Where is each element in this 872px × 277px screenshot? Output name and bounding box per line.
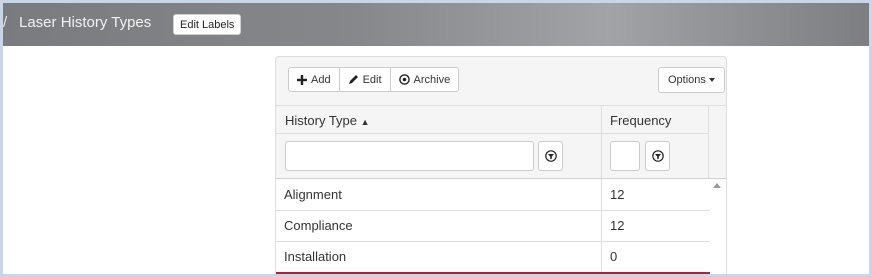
add-button[interactable]: Add [288,67,340,92]
history-type-cell: Compliance [284,218,353,233]
frequency-cell: 0 [610,249,618,264]
grid-panel: Add Edit Archive Options History Type ▲ … [275,56,727,274]
frequency-cell: 12 [610,187,625,202]
options-dropdown[interactable]: Options [658,67,725,93]
archive-button[interactable]: Archive [389,67,460,92]
column-divider [601,106,602,180]
edit-button-label: Edit [362,73,382,86]
history-type-filter-input[interactable] [285,141,534,171]
sort-ascending-icon: ▲ [360,117,370,127]
caret-down-icon [708,78,715,82]
toolbar: Add Edit Archive [288,67,460,92]
selected-table-row[interactable] [276,272,710,274]
filter-icon [651,150,664,162]
pencil-icon [348,75,358,84]
frequency-cell: 12 [610,218,625,233]
edit-button[interactable]: Edit [338,67,391,92]
header-divider [276,133,708,134]
grid-body: Alignment 12 Compliance 12 Installation … [276,178,726,274]
breadcrumb-separator: / [3,14,8,31]
frequency-filter-button[interactable] [645,141,670,171]
column-divider [708,106,709,180]
history-type-filter-button[interactable] [538,141,563,171]
archive-button-label: Archive [413,73,451,86]
history-type-cell: Alignment [284,187,342,202]
scroll-up-arrow-icon[interactable] [713,183,721,188]
title-bar: / Laser History Types Edit Labels [3,3,869,46]
frequency-filter-input[interactable] [610,141,640,171]
table-row[interactable]: Alignment 12 [276,179,710,211]
edit-labels-button[interactable]: Edit Labels [173,14,242,35]
column-header-history-type-label: History Type [285,113,358,128]
app-frame: / Laser History Types Edit Labels Add Ed… [3,3,869,274]
options-label: Options [668,74,706,86]
plus-icon [297,74,307,85]
history-type-cell: Installation [284,249,347,264]
table-row[interactable]: Installation 0 [276,241,710,273]
column-header-history-type[interactable]: History Type ▲ [285,113,370,128]
page-title: Laser History Types [19,14,152,31]
filter-icon [544,150,557,162]
grid-header: History Type ▲ Frequency [276,105,726,180]
column-header-frequency[interactable]: Frequency [610,113,671,128]
table-row[interactable]: Compliance 12 [276,210,710,242]
add-button-label: Add [311,73,331,86]
archive-icon [398,74,410,85]
